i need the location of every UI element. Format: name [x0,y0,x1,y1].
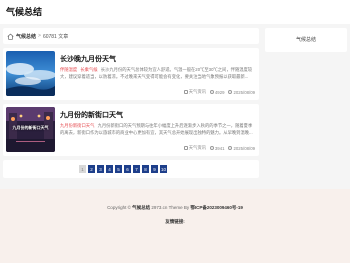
page-5-button[interactable]: 5 [115,165,122,173]
thumbnail-caption: 九月份的新街口天气 [12,125,49,130]
breadcrumb-current: 60781 文章 [42,33,69,40]
page-4-button[interactable]: 4 [106,165,113,173]
article-card: 长沙晚九月份天气 伴随温度 长乘气候 长沙九月份的天气总体较为宜人舒适。气温一般… [3,48,259,100]
article-summary: 伴随温度 长乘气候 长沙九月份的天气总体较为宜人舒适。气温一般在20℃至30℃之… [60,66,254,80]
article-title[interactable]: 长沙晚九月份天气 [60,54,116,64]
article-thumbnail[interactable]: 九月份的新街口天气 [6,107,55,152]
pagination-box: 1 2 3 4 5 6 7 8 9 10 [3,160,259,178]
clock-icon [228,90,233,94]
article-category[interactable]: 天气资讯 [183,145,206,151]
site-title[interactable]: 气候总结 [6,5,42,18]
clock-icon [228,146,233,150]
article-views: 4929 [209,90,224,95]
page-6-button[interactable]: 6 [124,165,131,173]
page-10-button[interactable]: 10 [160,165,167,173]
folder-icon [183,90,188,94]
eye-icon [209,146,214,150]
article-date: 2025/08/09 [228,90,255,95]
folder-icon [183,146,188,150]
article-date: 2025/08/09 [228,146,255,151]
footer-site-link[interactable]: 气候总结 [132,205,150,210]
home-icon [7,33,14,40]
article-tag[interactable]: 长乘气候 [80,67,97,72]
pagination: 1 2 3 4 5 6 7 8 9 10 [79,165,167,173]
icp-link[interactable]: 鄂ICP备2023009460号-19 [190,205,243,210]
article-title[interactable]: 九月份的新街口天气 [60,110,123,120]
sidebar-widget: 气候总结 [265,28,347,52]
page-1-button: 1 [79,165,86,173]
main-content: 气候总结 > 60781 文章 长沙晚九月份天气 伴随温度 长乘气候 长沙九月份… [3,28,259,186]
footer: Copyright © 气候总结 2973.cn Theme By 鄂ICP备2… [0,189,350,263]
article-summary: 九月份新街口天气 九月份新街口的天气预期与往年小幅度上升后逐渐步入秋的的季节之一… [60,122,254,136]
article-category[interactable]: 天气资讯 [183,89,206,95]
article-views: 3941 [209,146,224,151]
breadcrumb-separator: > [38,33,41,39]
article-tag[interactable]: 九月份新街口天气 [60,123,94,128]
friend-links-label: 友情链接: [165,219,185,224]
page-7-button[interactable]: 7 [133,165,140,173]
sidebar-title: 气候总结 [295,37,316,43]
article-meta: 天气资讯 3941 2025/08/09 [183,145,255,151]
page-2-button[interactable]: 2 [88,165,95,173]
breadcrumb-home-link[interactable]: 气候总结 [16,33,36,40]
copyright-line: Copyright © 气候总结 2973.cn Theme By 鄂ICP备2… [107,205,243,210]
sky-image [6,51,55,96]
article-thumbnail[interactable] [6,51,55,96]
page-8-button[interactable]: 8 [142,165,149,173]
page-9-button[interactable]: 9 [151,165,158,173]
article-tag[interactable]: 伴随温度 [60,67,77,72]
eye-icon [209,90,214,94]
breadcrumb: 气候总结 > 60781 文章 [3,28,259,44]
article-card: 九月份的新街口天气 九月份的新街口天气 九月份新街口天气 九月份新街口的天气预期… [3,104,259,156]
top-header: 气候总结 [0,0,350,24]
article-meta: 天气资讯 4929 2025/08/09 [183,89,255,95]
page-3-button[interactable]: 3 [97,165,104,173]
